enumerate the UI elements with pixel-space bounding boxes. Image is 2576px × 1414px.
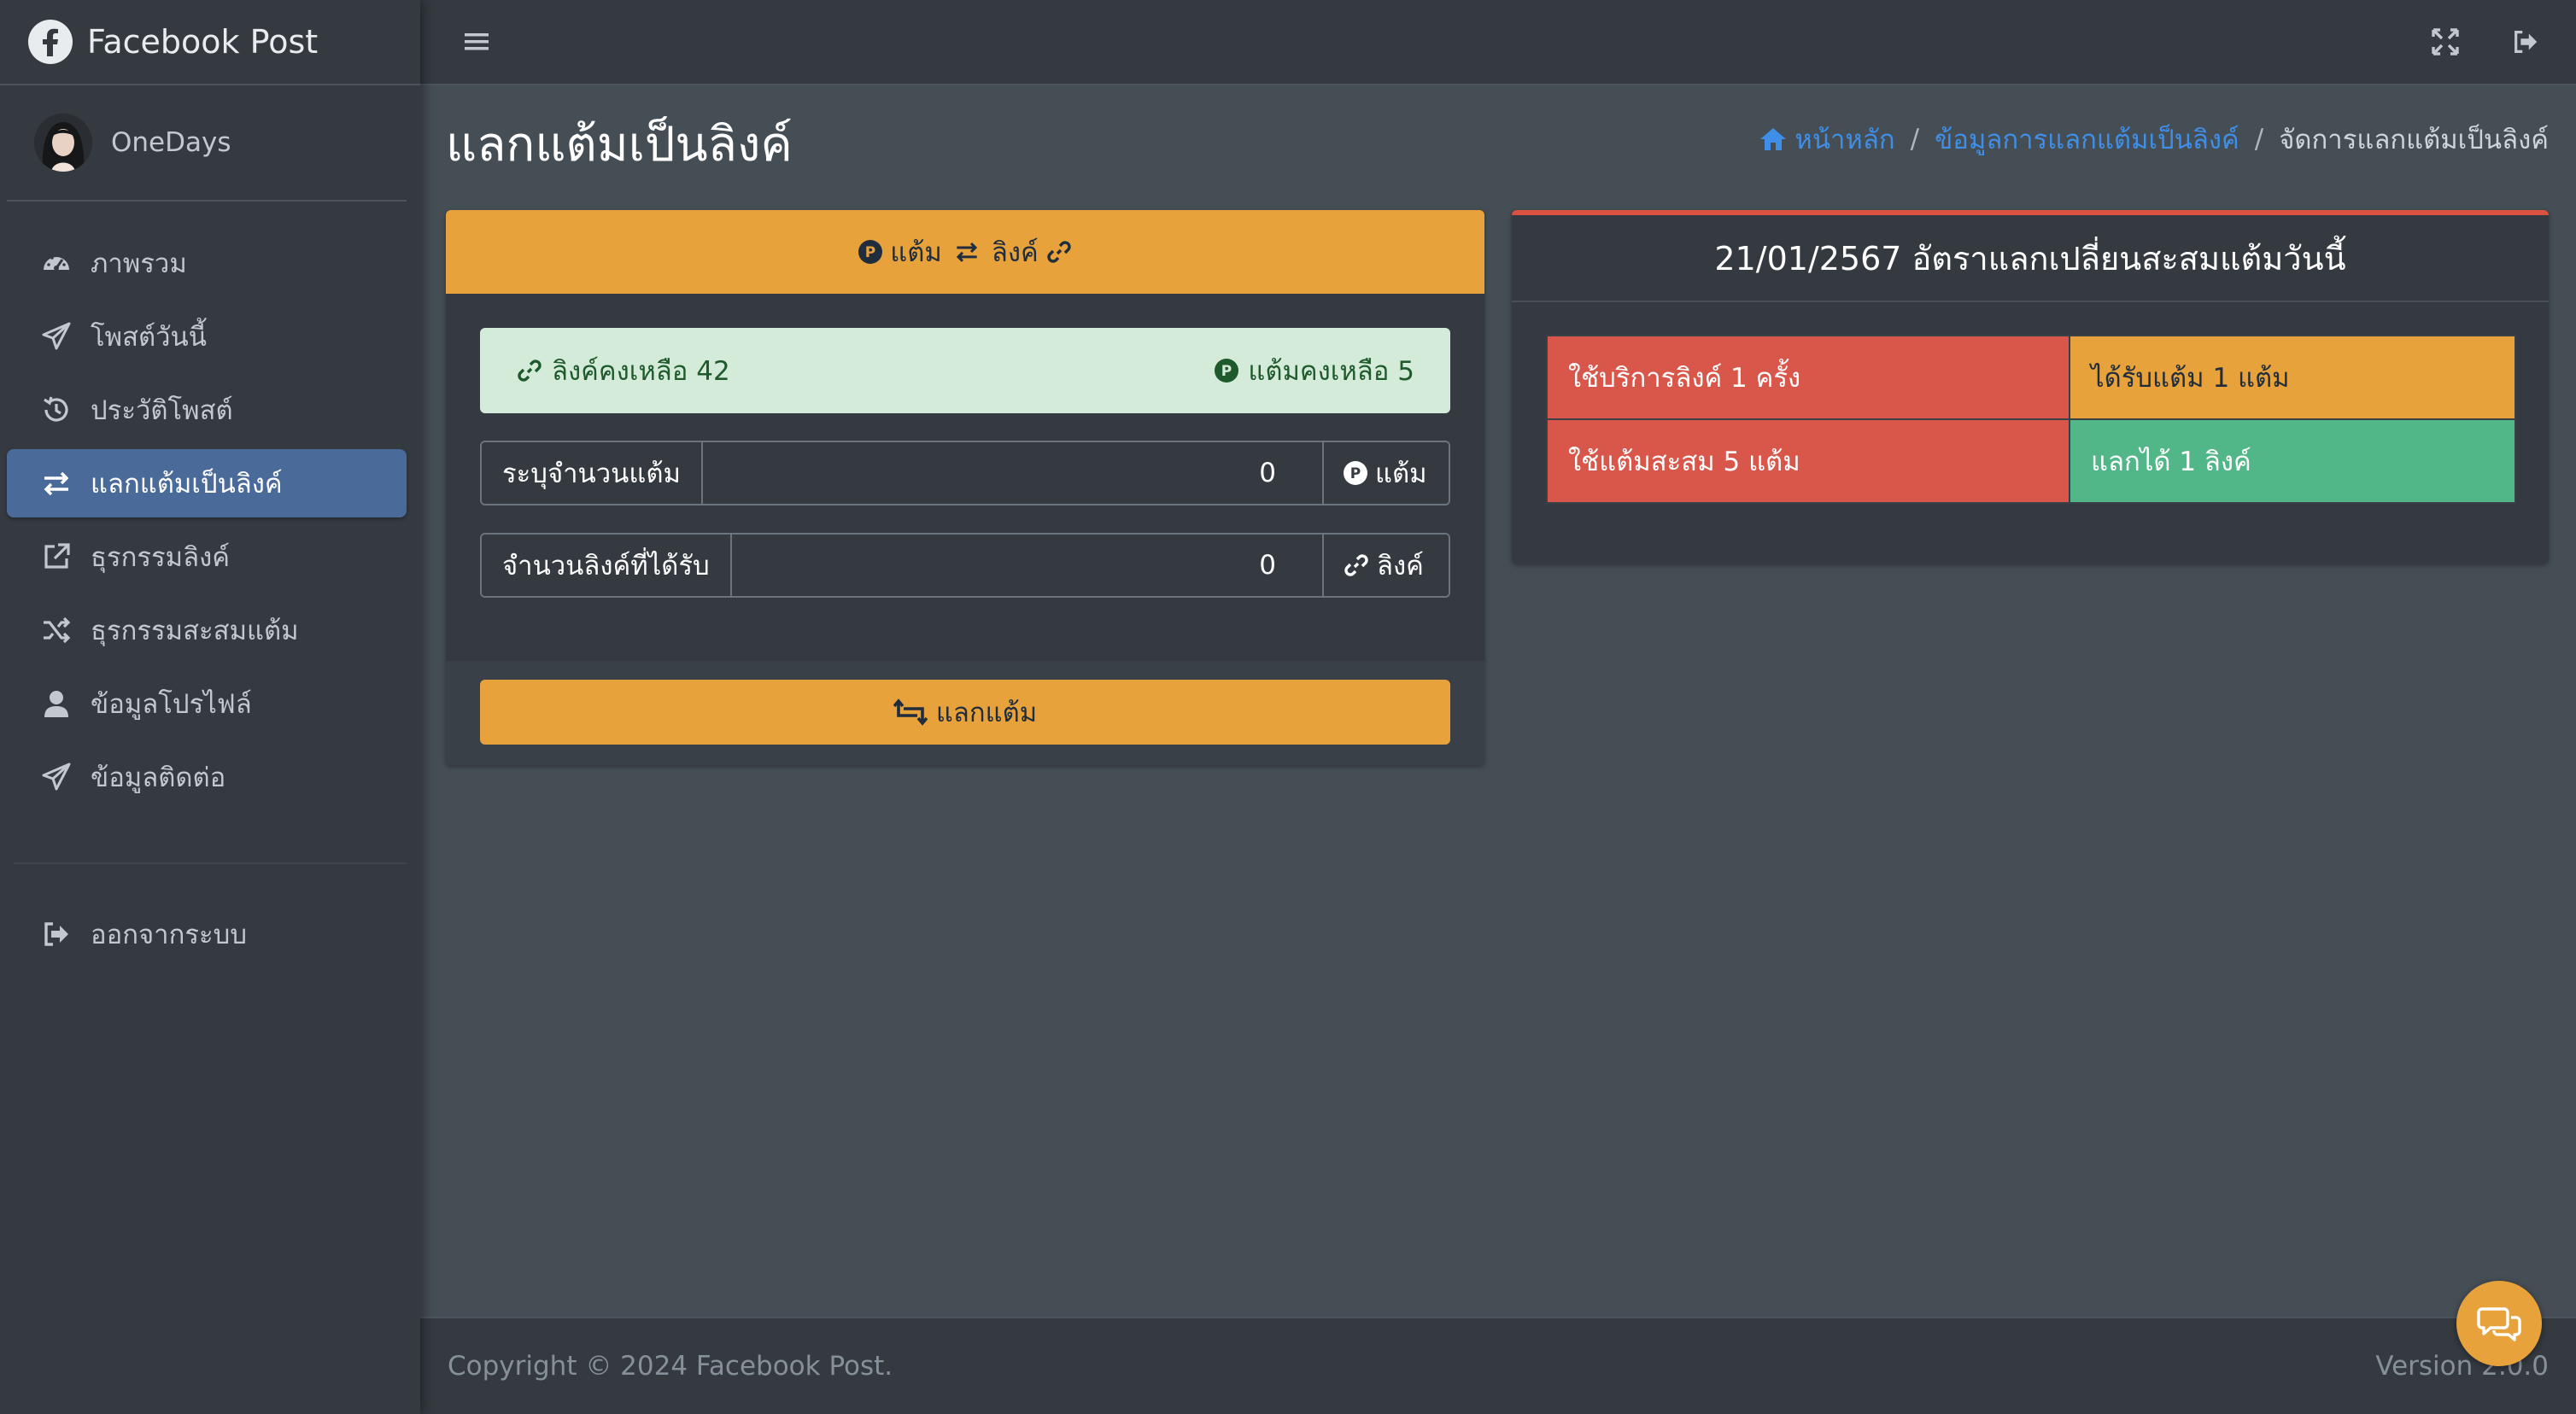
breadcrumb-home[interactable]: หน้าหลัก [1759,118,1895,161]
sidebar-nav: ภาพรวม โพสต์วันนี้ ประวัติโพสต์ แลกแต้มเ… [0,202,420,968]
svg-text:P: P [1221,363,1232,380]
links-input-label: จำนวนลิงค์ที่ได้รับ [482,535,732,596]
speedometer-icon [39,246,73,280]
comments-icon [2477,1304,2521,1343]
history-icon [39,393,73,427]
copyright-text: Copyright © 2024 Facebook Post. [448,1351,893,1382]
exchange-card-footer: แลกแต้ม [446,661,1484,765]
points-input-suffix: P แต้ม [1322,442,1449,504]
rate-card: 21/01/2567 อัตราแลกเปลี่ยนสะสมแต้มวันนี้… [1512,210,2549,564]
link-icon [1045,238,1073,266]
header-link-label: ลิงค์ [991,237,1039,268]
points-input-label: ระบุจำนวนแต้ม [482,442,703,504]
sign-out-icon [39,917,73,951]
breadcrumb-separator: / [2254,124,2264,155]
table-row: ใช้แต้มสะสม 5 แต้ม แลกได้ 1 ลิงค์ [1546,418,2516,504]
fullscreen-icon[interactable] [2431,27,2460,56]
rate-cell: แลกได้ 1 ลิงค์ [2069,418,2516,504]
exchange-arrows-icon [952,239,981,265]
points-icon: P [858,239,883,265]
rate-table: ใช้บริการลิงค์ 1 ครั้ง ได้รับแต้ม 1 แต้ม… [1546,335,2516,504]
breadcrumb-current: จัดการแลกแต้มเป็นลิงค์ [2279,125,2549,155]
top-navbar [420,0,2576,85]
page-footer: Copyright © 2024 Facebook Post. Version … [420,1317,2576,1414]
breadcrumb: หน้าหลัก / ข้อมูลการแลกแต้มเป็นลิงค์ / จ… [1759,118,2549,161]
sidebar-item-label: แลกแต้มเป็นลิงค์ [91,469,283,500]
exchange-card: P แต้ม ลิงค์ ลิงค์คงเหลือ 42 P แต้มคงเหล… [446,210,1484,765]
paper-plane-icon [39,319,73,354]
logout-icon[interactable] [2511,27,2540,56]
user-panel[interactable]: OneDays [7,85,407,202]
brand-link[interactable]: Facebook Post [0,0,420,85]
sidebar-item-label: ธุรกรรมสะสมแต้ม [91,616,299,646]
breadcrumb-parent[interactable]: ข้อมูลการแลกแต้มเป็นลิงค์ [1935,118,2239,161]
link-icon [516,357,543,384]
svg-text:P: P [1350,465,1361,482]
navbar-right [2431,27,2540,56]
sidebar-item-label: โพสต์วันนี้ [91,322,207,353]
balance-alert: ลิงค์คงเหลือ 42 P แต้มคงเหลือ 5 [480,328,1450,413]
sidebar-item-contact[interactable]: ข้อมูลติดต่อ [7,743,407,811]
facebook-icon [27,19,73,65]
sidebar-item-profile[interactable]: ข้อมูลโปรไฟล์ [7,669,407,738]
points-icon: P [1214,358,1239,383]
rate-cell: ใช้แต้มสะสม 5 แต้ม [1546,418,2070,504]
sidebar-item-point-transactions[interactable]: ธุรกรรมสะสมแต้ม [7,596,407,664]
sidebar-item-label: ข้อมูลโปรไฟล์ [91,689,252,720]
points-suffix-label: แต้ม [1375,459,1427,489]
sidebar-item-label: ภาพรวม [91,248,187,279]
sidebar-item-today-posts[interactable]: โพสต์วันนี้ [7,302,407,371]
links-input-group: จำนวนลิงค์ที่ได้รับ 0 ลิงค์ [480,533,1450,598]
points-input-group: ระบุจำนวนแต้ม 0 P แต้ม [480,441,1450,505]
user-name: OneDays [111,127,231,158]
external-link-icon [39,540,73,574]
sidebar-item-logout[interactable]: ออกจากระบบ [7,900,407,968]
links-remaining: ลิงค์คงเหลือ 42 [552,356,730,387]
sidebar-item-label: ออกจากระบบ [91,920,248,950]
rate-card-title: 21/01/2567 อัตราแลกเปลี่ยนสะสมแต้มวันนี้ [1512,215,2549,302]
sidebar-item-label: ข้อมูลติดต่อ [91,763,226,793]
user-icon [39,687,73,721]
links-suffix-label: ลิงค์ [1377,551,1424,581]
table-row: ใช้บริการลิงค์ 1 ครั้ง ได้รับแต้ม 1 แต้ม [1546,335,2516,420]
exchange-button[interactable]: แลกแต้ม [480,680,1450,745]
sidebar: Facebook Post OneDays ภาพรวม โพสต์วันนี้… [0,0,420,1414]
sidebar-item-label: ธุรกรรมลิงค์ [91,542,230,573]
breadcrumb-home-label: หน้าหลัก [1794,125,1895,155]
sidebar-item-link-transactions[interactable]: ธุรกรรมลิงค์ [7,523,407,591]
links-input-suffix: ลิงค์ [1322,535,1449,596]
hamburger-menu-icon[interactable] [461,26,492,57]
chat-button[interactable] [2456,1281,2542,1366]
header-points-label: แต้ม [890,237,942,268]
rate-cell: ได้รับแต้ม 1 แต้ม [2069,335,2516,420]
brand-name: Facebook Post [87,23,319,61]
paper-plane-icon [39,760,73,794]
sidebar-item-post-history[interactable]: ประวัติโพสต์ [7,376,407,444]
link-icon [1343,552,1370,579]
points-input[interactable]: 0 [702,442,1322,504]
links-input[interactable]: 0 [731,535,1322,596]
points-remaining: แต้มคงเหลือ 5 [1248,356,1414,387]
sidebar-item-label: ประวัติโพสต์ [91,395,233,426]
sidebar-item-overview[interactable]: ภาพรวม [7,229,407,297]
sidebar-item-exchange-points[interactable]: แลกแต้มเป็นลิงค์ [7,449,407,517]
exchange-card-header: P แต้ม ลิงค์ [446,210,1484,294]
points-icon: P [1343,460,1368,486]
page-title: แลกแต้มเป็นลิงค์ [446,117,793,172]
rate-cell: ใช้บริการลิงค์ 1 ครั้ง [1546,335,2070,420]
home-icon [1759,126,1788,152]
retweet-icon [893,698,928,726]
exchange-arrows-icon [39,466,73,500]
svg-text:P: P [865,244,875,261]
avatar [34,114,92,172]
sidebar-divider [14,862,407,864]
breadcrumb-separator: / [1910,124,1920,155]
shuffle-icon [39,613,73,647]
exchange-button-label: แลกแต้ม [935,698,1038,728]
